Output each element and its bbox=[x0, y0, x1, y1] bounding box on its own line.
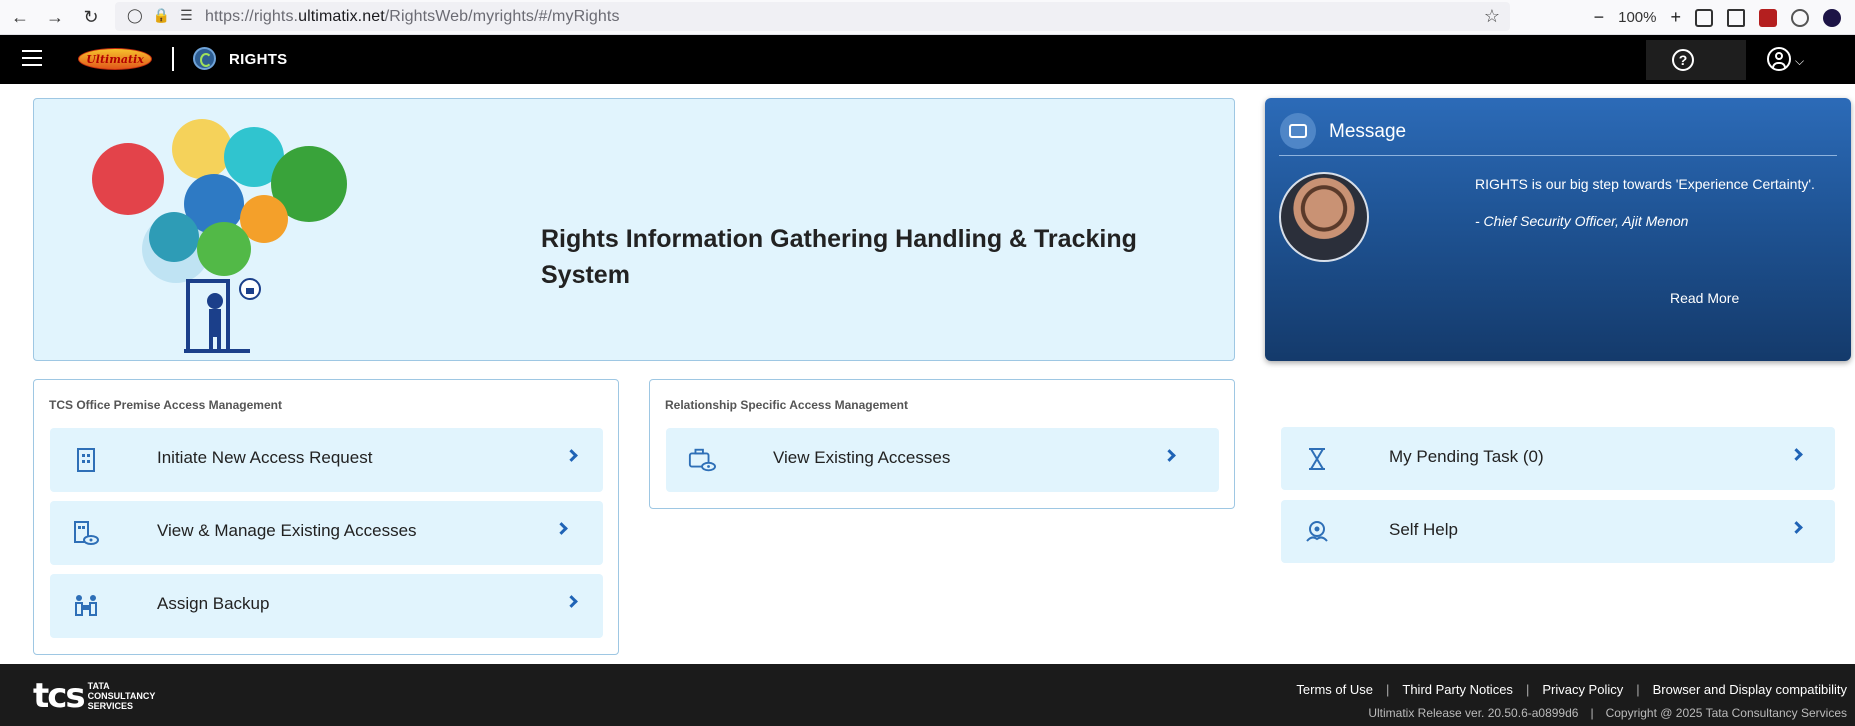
chevron-down-icon: ⌵ bbox=[1795, 53, 1805, 68]
help-button[interactable]: ? bbox=[1646, 40, 1746, 80]
assign-backup-tile[interactable]: Assign Backup bbox=[50, 574, 603, 638]
terms-of-use-link[interactable]: Terms of Use bbox=[1296, 682, 1373, 697]
message-panel: Message RIGHTS is our big step towards '… bbox=[1265, 98, 1851, 361]
tile-label: My Pending Task (0) bbox=[1389, 447, 1544, 466]
people-handover-icon bbox=[72, 592, 100, 620]
release-version: Ultimatix Release ver. 20.50.6-a0899d6 bbox=[1368, 706, 1579, 720]
permissions-icon[interactable]: ☰ bbox=[180, 7, 193, 24]
relationship-access-card: Relationship Specific Access Management … bbox=[649, 379, 1235, 509]
tile-label: Initiate New Access Request bbox=[157, 448, 373, 467]
zoom-level[interactable]: 100% bbox=[1618, 9, 1656, 26]
chevron-right-icon bbox=[555, 522, 568, 535]
self-help-tile[interactable]: Self Help bbox=[1281, 500, 1835, 563]
lock-icon[interactable]: 🔒 bbox=[153, 7, 170, 24]
tcs-mark: tcs bbox=[33, 676, 86, 716]
tile-label: View & Manage Existing Accesses bbox=[157, 521, 417, 540]
user-icon bbox=[1767, 47, 1791, 71]
ultimatix-logo[interactable]: Ultimatix bbox=[78, 48, 152, 70]
rights-logo-icon bbox=[193, 47, 216, 70]
settings-extension-icon[interactable] bbox=[1791, 8, 1809, 27]
building-eye-icon bbox=[72, 519, 100, 547]
tcs-logo: tcs TATA CONSULTANCY SERVICES bbox=[33, 676, 156, 716]
zoom-in-icon[interactable]: + bbox=[1670, 7, 1681, 28]
card-heading: TCS Office Premise Access Management bbox=[49, 398, 282, 412]
chevron-right-icon bbox=[1790, 521, 1803, 534]
bookmark-star-icon[interactable]: ☆ bbox=[1484, 6, 1500, 27]
chat-icon bbox=[1280, 113, 1316, 149]
tile-label: View Existing Accesses bbox=[773, 448, 951, 467]
share-icon[interactable] bbox=[1727, 8, 1745, 27]
browser-toolbar: ← → ↻ ◯ 🔒 ☰ https://rights.ultimatix.net… bbox=[0, 0, 1855, 35]
hero-banner: Rights Information Gathering Handling & … bbox=[33, 98, 1235, 361]
footer-links: Terms of Use | Third Party Notices | Pri… bbox=[1296, 682, 1847, 697]
url-text: https://rights.ultimatix.net/RightsWeb/m… bbox=[205, 7, 620, 25]
forward-icon[interactable]: → bbox=[40, 2, 70, 32]
card-heading: Relationship Specific Access Management bbox=[665, 398, 908, 412]
initiate-access-request-tile[interactable]: Initiate New Access Request bbox=[50, 428, 603, 492]
app-title: RIGHTS bbox=[229, 51, 288, 68]
address-bar[interactable]: ◯ 🔒 ☰ https://rights.ultimatix.net/Right… bbox=[115, 2, 1510, 31]
tile-label: Assign Backup bbox=[157, 594, 270, 613]
shield-icon[interactable]: ◯ bbox=[127, 7, 143, 24]
ublock-icon[interactable] bbox=[1759, 8, 1777, 27]
third-party-notices-link[interactable]: Third Party Notices bbox=[1402, 682, 1513, 697]
footer-meta: Ultimatix Release ver. 20.50.6-a0899d6 |… bbox=[1368, 706, 1847, 720]
footer: tcs TATA CONSULTANCY SERVICES Terms of U… bbox=[0, 664, 1855, 726]
browser-compatibility-link[interactable]: Browser and Display compatibility bbox=[1653, 682, 1847, 697]
tcs-wordmark: TATA CONSULTANCY SERVICES bbox=[87, 681, 156, 711]
avatar bbox=[1279, 172, 1369, 262]
zoom-out-icon[interactable]: − bbox=[1594, 7, 1605, 28]
app-header: Ultimatix RIGHTS ? ⌵ bbox=[0, 35, 1855, 84]
back-icon[interactable]: ← bbox=[5, 2, 35, 32]
reload-icon[interactable]: ↻ bbox=[76, 2, 106, 32]
privacy-policy-link[interactable]: Privacy Policy bbox=[1542, 682, 1623, 697]
message-quote: RIGHTS is our big step towards 'Experien… bbox=[1475, 176, 1815, 192]
chevron-right-icon bbox=[565, 595, 578, 608]
help-icon: ? bbox=[1672, 49, 1694, 71]
chevron-right-icon bbox=[565, 449, 578, 462]
message-divider bbox=[1279, 155, 1837, 156]
banner-title: Rights Information Gathering Handling & … bbox=[541, 225, 1137, 289]
message-author: - Chief Security Officer, Ajit Menon bbox=[1475, 213, 1689, 229]
self-help-icon bbox=[1303, 518, 1331, 546]
briefcase-eye-icon bbox=[688, 446, 716, 474]
premise-access-card: TCS Office Premise Access Management Ini… bbox=[33, 379, 619, 655]
pending-task-tile[interactable]: My Pending Task (0) bbox=[1281, 427, 1835, 490]
security-illustration bbox=[92, 119, 347, 353]
copyright: Copyright @ 2025 Tata Consultancy Servic… bbox=[1605, 706, 1847, 720]
hourglass-icon bbox=[1303, 445, 1331, 473]
header-divider bbox=[172, 47, 174, 71]
message-title: Message bbox=[1329, 121, 1407, 142]
view-manage-accesses-tile[interactable]: View & Manage Existing Accesses bbox=[50, 501, 603, 565]
chevron-right-icon bbox=[1163, 449, 1176, 462]
tile-label: Self Help bbox=[1389, 520, 1458, 539]
building-icon bbox=[72, 446, 100, 474]
menu-icon[interactable] bbox=[22, 50, 42, 68]
read-more-link[interactable]: Read More bbox=[1670, 290, 1739, 306]
view-existing-accesses-tile[interactable]: View Existing Accesses bbox=[666, 428, 1219, 492]
chevron-right-icon bbox=[1790, 448, 1803, 461]
profile-icon[interactable] bbox=[1823, 8, 1841, 27]
user-menu-button[interactable]: ⌵ bbox=[1767, 47, 1804, 71]
extension-icon[interactable] bbox=[1695, 8, 1713, 27]
